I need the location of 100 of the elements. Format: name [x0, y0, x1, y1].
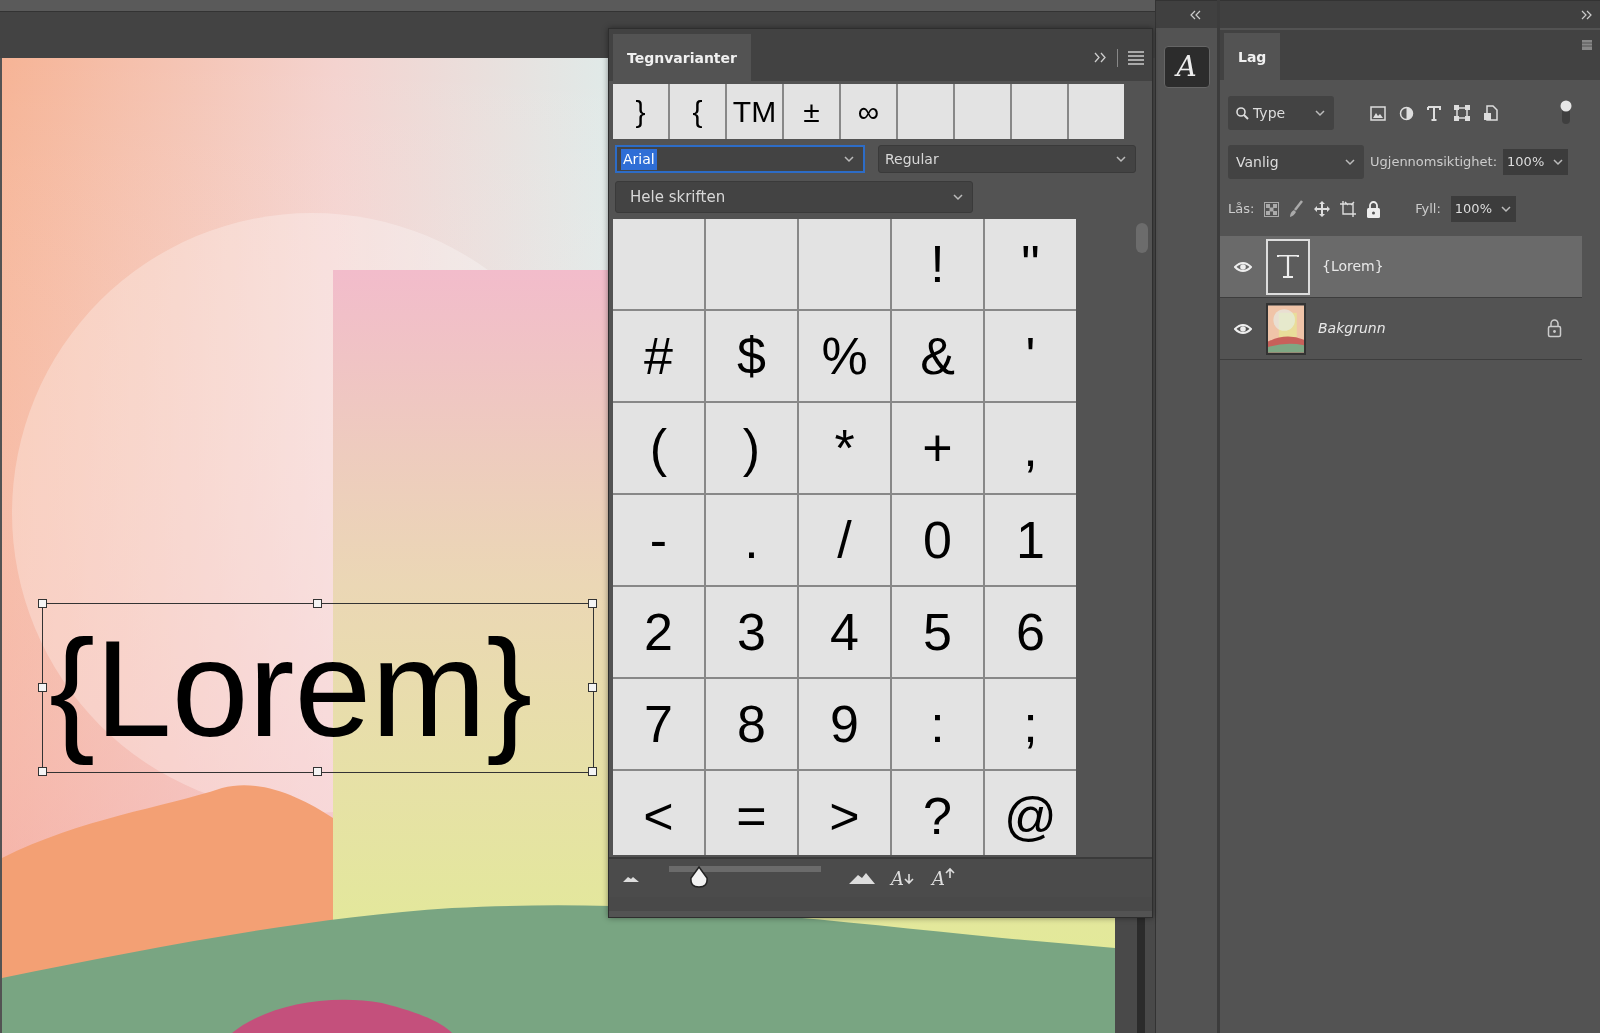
move-icon[interactable] [1314, 201, 1331, 217]
resize-handle[interactable] [313, 767, 322, 776]
lock-icon[interactable] [1547, 319, 1562, 338]
empty-glyph-cell[interactable] [706, 219, 797, 309]
shape-filter-icon[interactable] [1454, 105, 1470, 121]
scrollbar-thumb[interactable] [1136, 223, 1148, 253]
panel-tab[interactable]: Lag [1224, 33, 1281, 80]
glyph-cell[interactable]: $ [706, 311, 797, 401]
glyph-cell[interactable]: / [799, 495, 890, 585]
glyph-cell[interactable]: TM [727, 84, 782, 139]
glyph-cell[interactable]: @ [985, 771, 1076, 855]
fill-field[interactable]: 100% [1450, 196, 1516, 222]
resize-handle[interactable] [313, 599, 322, 608]
glyph-cell[interactable]: 9 [799, 679, 890, 769]
canvas-text: {Lorem} [49, 611, 533, 766]
panel-tab[interactable]: Tegnvarianter [613, 34, 751, 81]
blend-mode-dropdown[interactable]: Vanlig [1228, 145, 1364, 179]
caret-icon[interactable] [1344, 157, 1356, 167]
empty-glyph-cell[interactable] [613, 219, 704, 309]
glyph-cell[interactable]: ? [892, 771, 983, 855]
type-filter-icon[interactable] [1427, 105, 1441, 121]
glyph-cell[interactable]: % [799, 311, 890, 401]
caret-icon[interactable] [1500, 204, 1512, 215]
layer-name: Bakgrunn [1318, 319, 1386, 338]
caret-icon[interactable] [843, 154, 855, 164]
resize-handle[interactable] [588, 599, 597, 608]
glyph-cell[interactable]: ' [985, 311, 1076, 401]
glyph-cell[interactable]: ! [892, 219, 983, 309]
glyph-cell[interactable]: & [892, 311, 983, 401]
caret-icon[interactable] [1314, 108, 1326, 118]
collapse-icon[interactable] [1094, 52, 1106, 63]
glyph-cell[interactable]: ± [784, 84, 839, 139]
glyph-cell[interactable]: > [799, 771, 890, 855]
search-icon [1236, 106, 1249, 120]
glyph-cell[interactable]: ∞ [841, 84, 896, 139]
glyph-cell[interactable]: 3 [706, 587, 797, 677]
resize-handle[interactable] [588, 683, 597, 692]
resize-handle[interactable] [38, 683, 47, 692]
adjustment-filter-icon[interactable] [1399, 105, 1414, 121]
glyph-cell[interactable]: * [799, 403, 890, 493]
opacity-label: Ugjennomsiktighet: [1370, 153, 1498, 172]
smart-object-filter-icon[interactable] [1483, 105, 1498, 121]
lock-icon[interactable] [1366, 200, 1382, 218]
glyph-cell[interactable]: = [706, 771, 797, 855]
glyph-cell[interactable]: . [706, 495, 797, 585]
glyph-cell[interactable]: - [613, 495, 704, 585]
glyph-cell[interactable]: ) [706, 403, 797, 493]
down-arrow-icon [904, 872, 914, 885]
glyph-cell[interactable]: 2 [613, 587, 704, 677]
glyph-cell[interactable]: 4 [799, 587, 890, 677]
eye-icon[interactable] [1234, 259, 1252, 274]
small-mountain-icon[interactable] [623, 874, 639, 882]
glyph-cell[interactable]: # [613, 311, 704, 401]
opacity-field[interactable]: 100% [1503, 149, 1569, 175]
resize-handle[interactable] [38, 767, 47, 776]
glyph-cell[interactable]: } [613, 84, 668, 139]
glyphs-panel-button[interactable]: A [1163, 46, 1210, 88]
glyph-cell[interactable]: 1 [985, 495, 1076, 585]
increase-size-button[interactable]: A [930, 864, 957, 892]
expand-icon[interactable] [1190, 9, 1201, 20]
glyph-cell[interactable]: 7 [613, 679, 704, 769]
decrease-size-button[interactable]: A [889, 864, 916, 892]
lock-transparency-icon[interactable] [1264, 201, 1280, 217]
filter-dropdown[interactable]: Type [1228, 96, 1334, 130]
pixel-filter-icon[interactable] [1370, 105, 1386, 121]
glyph-cell[interactable]: 8 [706, 679, 797, 769]
caret-icon[interactable] [1115, 154, 1127, 164]
glyph-cell[interactable]: { [670, 84, 725, 139]
up-arrow-icon [945, 866, 955, 879]
glyph-cell[interactable]: 0 [892, 495, 983, 585]
subset-dropdown[interactable]: Hele skriften [615, 181, 973, 213]
crop-icon[interactable] [1340, 201, 1357, 217]
glyph-cell[interactable]: ; [985, 679, 1076, 769]
glyph-cell[interactable]: + [892, 403, 983, 493]
font-style-field[interactable]: Regular [878, 145, 1136, 173]
slider-thumb[interactable] [689, 866, 710, 888]
layer-name: {Lorem} [1322, 257, 1384, 276]
caret-icon[interactable] [1552, 157, 1565, 168]
layer-row[interactable]: Bakgrunn [1220, 298, 1582, 360]
caret-icon[interactable] [952, 192, 964, 202]
font-family-field[interactable]: Arial [615, 145, 865, 173]
glyph-cell[interactable]: 6 [985, 587, 1076, 677]
glyph-cell[interactable]: : [892, 679, 983, 769]
panel-resize-grip[interactable] [609, 897, 1152, 911]
brush-icon[interactable] [1289, 200, 1305, 218]
layer-row[interactable]: {Lorem} [1220, 236, 1582, 298]
filter-toggle[interactable] [1560, 100, 1572, 126]
type-icon [1277, 255, 1299, 278]
resize-handle[interactable] [588, 767, 597, 776]
collapse-icon[interactable] [1581, 9, 1592, 20]
menu-icon[interactable] [1128, 50, 1144, 65]
resize-handle[interactable] [38, 599, 47, 608]
glyph-cell[interactable]: " [985, 219, 1076, 309]
glyph-cell[interactable]: 5 [892, 587, 983, 677]
large-mountain-icon[interactable] [849, 872, 875, 884]
empty-glyph-cell[interactable] [799, 219, 890, 309]
glyph-cell[interactable]: , [985, 403, 1076, 493]
eye-icon[interactable] [1234, 321, 1252, 336]
glyph-cell[interactable]: ( [613, 403, 704, 493]
glyph-cell[interactable]: < [613, 771, 704, 855]
